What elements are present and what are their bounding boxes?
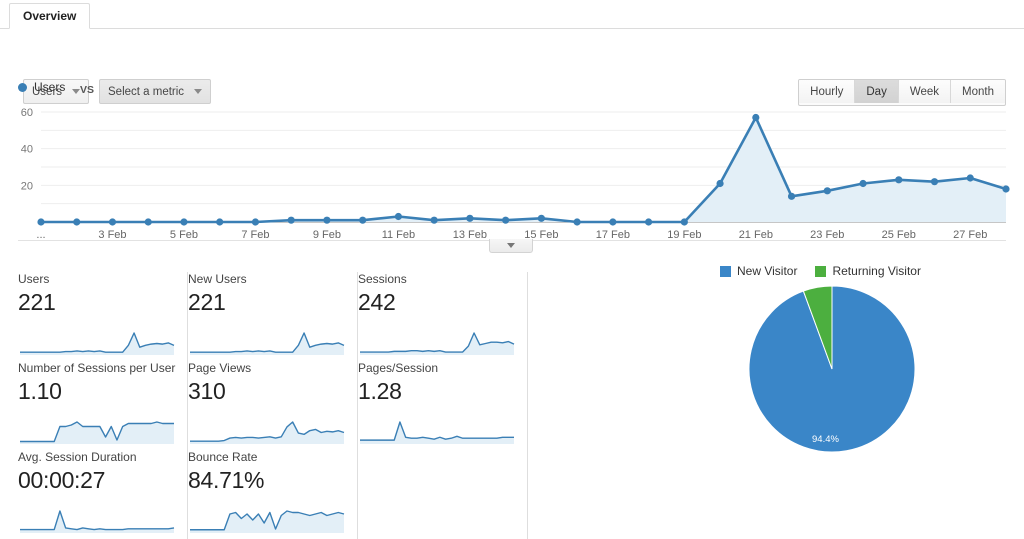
- metric-cards-grid: Users 221 New Users 221 Sessions 242 Number of…: [18, 272, 530, 539]
- visitor-type-pie-chart[interactable]: [748, 285, 916, 458]
- metric-card-value: 242: [358, 289, 396, 315]
- legend-item-returning-visitor[interactable]: Returning Visitor: [815, 264, 921, 278]
- metric-card-value: 84.71%: [188, 467, 265, 493]
- metric-card-title: Avg. Session Duration: [18, 450, 137, 464]
- series-color-dot: [18, 82, 27, 92]
- legend-label-returning-visitor: Returning Visitor: [832, 264, 921, 278]
- metric-card-sparkline: [190, 332, 345, 355]
- metric-card[interactable]: Pages/Session 1.28: [358, 361, 528, 450]
- metric-card[interactable]: Sessions 242: [358, 272, 528, 361]
- legend-item-new-visitor[interactable]: New Visitor: [720, 264, 797, 278]
- metric-card-sparkline: [20, 421, 174, 444]
- metric-card-value: 00:00:27: [18, 467, 106, 493]
- metric-card[interactable]: Number of Sessions per User 1.10: [18, 361, 188, 450]
- metric-card-placeholder: [358, 450, 528, 539]
- chart-footer-controls: [0, 239, 1024, 255]
- metric-card-title: New Users: [188, 272, 247, 286]
- metric-card-value: 221: [188, 289, 226, 315]
- metric-card-sparkline: [20, 510, 175, 533]
- metric-card-title: Page Views: [188, 361, 252, 375]
- legend-label-new-visitor: New Visitor: [737, 264, 798, 278]
- metric-card-title: Sessions: [358, 272, 407, 286]
- svg-text:60: 60: [21, 107, 33, 119]
- users-over-time-chart[interactable]: 20 40 60... 3 Feb 5 Feb 7 Feb 9 Feb 11 Feb 13 Fe…: [0, 100, 1024, 245]
- granularity-hourly-label: Hourly: [810, 85, 844, 98]
- metric-card-row: Users 221 New Users 221 Sessions 242: [18, 272, 530, 361]
- metric-card-row: Number of Sessions per User 1.10 Page View…: [18, 361, 530, 450]
- metric-card-row: Avg. Session Duration 00:00:27 Bounce Rate…: [18, 450, 530, 539]
- metric-card-title: Pages/Session: [358, 361, 439, 375]
- series-legend-label: Users: [34, 80, 66, 94]
- metric-card-title: Bounce Rate: [188, 450, 258, 464]
- pie-slice-label-new-visitor: 94.4%: [812, 434, 839, 445]
- metric-card-sparkline: [190, 421, 345, 444]
- metric-card-sparkline: [360, 421, 514, 444]
- chevron-down-icon: [194, 89, 203, 94]
- tab-overview[interactable]: Overview: [9, 3, 91, 29]
- visitor-type-legend: New Visitor Returning Visitor: [720, 264, 939, 278]
- svg-text:40: 40: [21, 144, 33, 156]
- legend-swatch-returning-visitor: [815, 265, 827, 277]
- metric-card[interactable]: Avg. Session Duration 00:00:27: [18, 450, 188, 539]
- analytics-overview-page: Overview Users VS Select a metric Hourly…: [0, 0, 1024, 539]
- legend-swatch-new-visitor: [720, 265, 731, 277]
- metric-card[interactable]: New Users 221: [188, 272, 358, 361]
- metric-card[interactable]: Page Views 310: [188, 361, 358, 450]
- chevron-down-icon: [507, 243, 515, 248]
- chart-controls: Users VS Select a metric Hourly Day Week…: [0, 38, 1024, 106]
- metric-card-value: 310: [188, 378, 226, 404]
- metric-card-value: 221: [18, 289, 56, 315]
- metric-card[interactable]: Users 221: [18, 272, 188, 361]
- metric-card-title: Users: [18, 272, 50, 286]
- secondary-metric-label: Select a metric: [108, 85, 185, 98]
- collapse-chart-button[interactable]: [489, 239, 533, 253]
- vs-label: VS: [80, 84, 95, 96]
- visitor-type-pie-svg: [748, 285, 916, 453]
- tab-overview-label: Overview: [23, 9, 77, 23]
- metric-card-value: 1.28: [358, 378, 402, 404]
- metric-card-sparkline: [360, 332, 515, 355]
- metric-card[interactable]: Bounce Rate 84.71%: [188, 450, 358, 539]
- metric-card-sparkline: [20, 332, 175, 355]
- chevron-down-icon: [72, 89, 81, 94]
- granularity-day-label: Day: [866, 85, 887, 98]
- tab-strip: Overview: [0, 0, 1024, 29]
- metric-card-sparkline: [190, 510, 345, 533]
- metric-card-title: Number of Sessions per User: [18, 361, 176, 375]
- svg-text:20: 20: [21, 180, 33, 192]
- users-over-time-svg: 204060... 3 Feb 5 Feb 7 Feb 9 Feb 11 Feb 13 Fe…: [21, 107, 1010, 241]
- tab-strip-divider: [0, 28, 1024, 29]
- granularity-week-label: Week: [909, 85, 940, 98]
- metric-card-value: 1.10: [18, 378, 62, 404]
- granularity-month-label: Month: [962, 85, 994, 98]
- series-legend: Users: [18, 80, 65, 94]
